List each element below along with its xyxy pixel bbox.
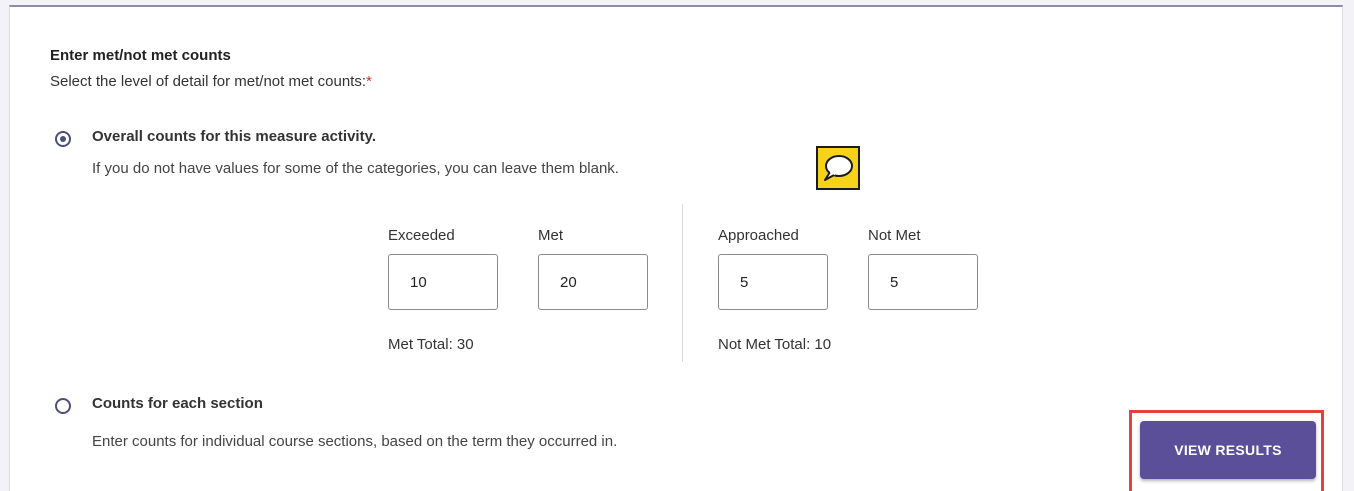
overall-counts-label[interactable]: Overall counts for this measure activity… (92, 128, 376, 145)
approached-label: Approached (718, 227, 799, 244)
approached-input[interactable] (718, 254, 828, 310)
detail-level-prompt: Select the level of detail for met/not m… (50, 73, 372, 90)
overall-counts-hint: If you do not have values for some of th… (92, 160, 619, 177)
required-marker: * (366, 73, 372, 90)
section-heading: Enter met/not met counts (50, 47, 231, 64)
column-divider (682, 204, 683, 362)
section-counts-radio[interactable] (55, 398, 71, 414)
section-counts-description: Enter counts for individual course secti… (92, 433, 618, 450)
overall-counts-radio[interactable] (55, 131, 71, 147)
not-met-label: Not Met (868, 227, 921, 244)
met-total: Met Total: 30 (388, 336, 474, 353)
speech-bubble-icon[interactable] (816, 146, 860, 190)
met-input[interactable] (538, 254, 648, 310)
exceeded-label: Exceeded (388, 227, 455, 244)
view-results-button[interactable]: VIEW RESULTS (1140, 421, 1316, 479)
met-label: Met (538, 227, 564, 244)
not-met-total: Not Met Total: 10 (718, 336, 832, 353)
section-counts-label[interactable]: Counts for each section (92, 395, 263, 412)
not-met-input[interactable] (868, 254, 978, 310)
met-counts-panel: Enter met/not met counts Select the leve… (9, 5, 1343, 491)
exceeded-input[interactable] (388, 254, 498, 310)
